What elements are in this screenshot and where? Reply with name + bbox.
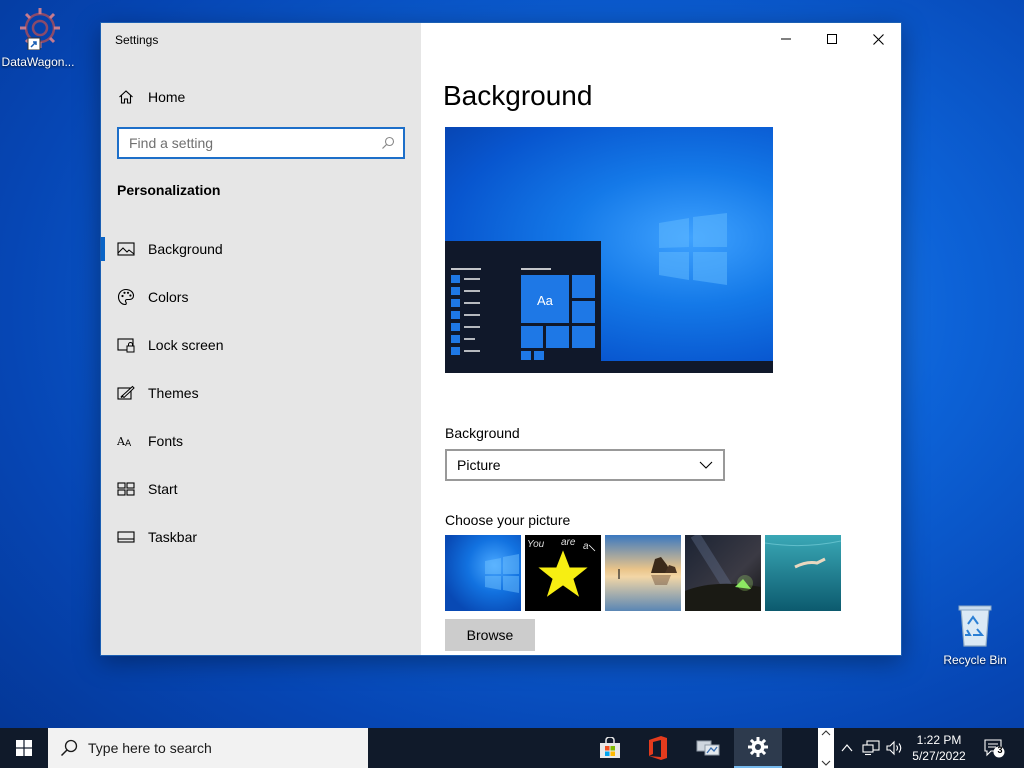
- start-button[interactable]: [0, 728, 48, 768]
- nav-item-fonts[interactable]: AA Fonts: [101, 417, 421, 465]
- maximize-button[interactable]: [809, 23, 855, 55]
- palette-icon: [117, 288, 135, 306]
- volume-icon: [886, 740, 902, 756]
- nav-item-label: Colors: [148, 289, 189, 305]
- window-caption-buttons: [763, 23, 901, 55]
- nav-home[interactable]: Home: [118, 87, 185, 107]
- taskbar-search-placeholder: Type here to search: [88, 740, 212, 756]
- maximize-icon: [827, 34, 837, 44]
- taskbar-app-store[interactable]: [586, 728, 634, 768]
- tray-network[interactable]: [860, 728, 882, 768]
- clock-time: 1:22 PM: [916, 733, 962, 747]
- search-icon: [382, 136, 395, 149]
- nav-item-lock-screen[interactable]: Lock screen: [101, 321, 421, 369]
- nav-item-themes[interactable]: Themes: [101, 369, 421, 417]
- page-title: Background: [443, 80, 593, 111]
- close-button[interactable]: [855, 23, 901, 55]
- taskbar-search-box[interactable]: Type here to search: [48, 728, 368, 768]
- preview-tile-text: Aa: [537, 293, 553, 308]
- close-icon: [872, 33, 884, 45]
- chevron-down-icon: [821, 760, 831, 766]
- preview-taskbar: [445, 361, 773, 373]
- recycle-bin-icon: [958, 605, 992, 647]
- background-preview: Aa: [445, 127, 773, 373]
- background-type-label: Background: [445, 425, 520, 441]
- action-center-button[interactable]: 3: [980, 728, 1010, 768]
- minimize-icon: [781, 38, 791, 40]
- background-type-value: Picture: [457, 457, 501, 473]
- browse-button[interactable]: Browse: [445, 619, 535, 651]
- taskbar-app-network[interactable]: [684, 728, 732, 768]
- chevron-up-icon: [841, 744, 853, 752]
- tray-volume[interactable]: [884, 728, 906, 768]
- minimize-button[interactable]: [763, 23, 809, 55]
- network-icon: [862, 740, 880, 756]
- desktop-icon-recycle-bin[interactable]: Recycle Bin: [937, 602, 1013, 667]
- thumbnail-night-tent[interactable]: [685, 535, 761, 611]
- notification-count: 3: [997, 745, 1003, 755]
- section-title: Personalization: [117, 182, 221, 198]
- nav-item-label: Fonts: [148, 433, 184, 449]
- choose-picture-label: Choose your picture: [445, 512, 571, 528]
- find-setting-box[interactable]: [117, 127, 405, 159]
- start-tiles-icon: [117, 480, 135, 498]
- search-icon: [60, 739, 78, 757]
- taskbar-app-settings[interactable]: [734, 728, 782, 768]
- nav-item-label: Taskbar: [148, 529, 198, 545]
- taskbar-scroll-control[interactable]: [818, 728, 834, 768]
- thumbnail-beach-rocks[interactable]: [605, 535, 681, 611]
- thumbnail-handwriting-3: a: [583, 541, 589, 552]
- preview-start-menu: Aa: [445, 241, 601, 373]
- taskbar-app-office[interactable]: [634, 728, 682, 768]
- gear-shortcut-icon: [20, 8, 60, 51]
- svg-text:A: A: [125, 439, 132, 449]
- nav-item-taskbar[interactable]: Taskbar: [101, 513, 421, 561]
- settings-content: Background Aa Background Picture Choose …: [421, 23, 901, 655]
- chevron-down-icon: [699, 461, 713, 469]
- settings-gear-icon: [748, 737, 768, 757]
- find-setting-input[interactable]: [129, 135, 381, 151]
- nav-item-label: Background: [148, 241, 223, 257]
- fonts-icon: AA: [117, 432, 135, 450]
- windows-logo-icon: [659, 213, 727, 285]
- settings-window: Settings Home Personalization Background: [100, 22, 902, 656]
- nav-item-background[interactable]: Background: [101, 225, 421, 273]
- home-icon: [119, 90, 133, 104]
- themes-brush-icon: [117, 384, 135, 402]
- lock-screen-icon: [117, 336, 135, 354]
- settings-nav-pane: Settings Home Personalization Background: [101, 23, 421, 655]
- clock-date: 5/27/2022: [912, 749, 966, 763]
- chevron-up-icon: [821, 730, 831, 736]
- taskbar: Type here to search 1:22 PM 5/27/2022 3: [0, 728, 1024, 768]
- thumbnail-handwriting-2: are: [561, 537, 576, 548]
- store-icon: [600, 737, 620, 758]
- taskbar-clock[interactable]: 1:22 PM 5/27/2022: [906, 732, 972, 764]
- picture-thumbnails: You are a: [445, 535, 841, 611]
- nav-item-label: Lock screen: [148, 337, 224, 353]
- nav-item-label: Start: [148, 481, 178, 497]
- windows-start-icon: [16, 740, 32, 756]
- tray-show-hidden-icons[interactable]: [838, 728, 856, 768]
- thumbnail-windows-default[interactable]: [445, 535, 521, 611]
- desktop-icon-datawagon[interactable]: DataWagon...: [0, 6, 76, 69]
- office-icon: [649, 736, 667, 760]
- desktop-icon-label: DataWagon...: [1, 55, 75, 69]
- nav-home-label: Home: [148, 89, 186, 105]
- background-type-dropdown[interactable]: Picture: [445, 449, 725, 481]
- thumbnail-underwater-swimmer[interactable]: [765, 535, 841, 611]
- nav-item-colors[interactable]: Colors: [101, 273, 421, 321]
- desktop-icon-label: Recycle Bin: [943, 653, 1007, 667]
- nav-item-start[interactable]: Start: [101, 465, 421, 513]
- nav-list: Background Colors Lock screen Themes A A…: [101, 225, 421, 561]
- thumbnail-star[interactable]: You are a: [525, 535, 601, 611]
- nav-item-label: Themes: [148, 385, 199, 401]
- network-app-icon: [696, 740, 720, 756]
- taskbar-icon: [117, 528, 135, 546]
- window-title: Settings: [115, 33, 159, 47]
- thumbnail-handwriting-1: You: [527, 539, 545, 550]
- picture-icon: [117, 240, 135, 258]
